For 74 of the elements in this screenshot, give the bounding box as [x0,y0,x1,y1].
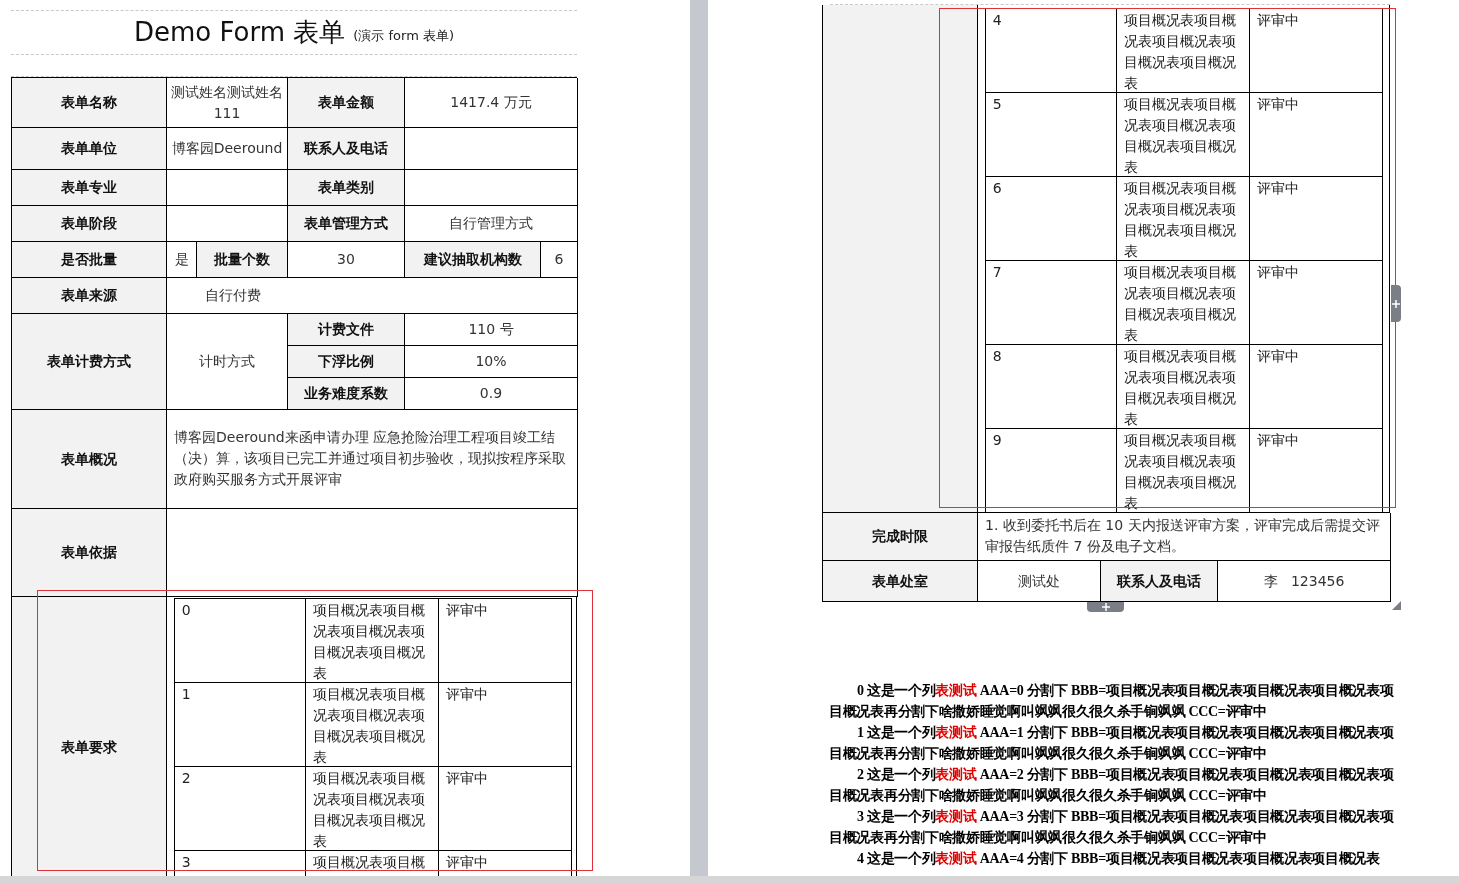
field-value: 计时方式 [167,314,288,410]
table-cell: 7 [985,261,1118,345]
table-cell: 评审中 [1250,9,1383,93]
table-cell: 4 [985,9,1118,93]
field-label: 表单依据 [12,509,167,597]
field-value: 1. 收到委托书后在 10 天内报送评审方案，评审完成后需提交评审报告纸质件 7 份及电子文档。 [978,513,1391,561]
table-cell: 项目概况表项目概况表项目概况表项目概况表项目概况表 [306,767,440,851]
field-value: 自行管理方式 [405,206,578,242]
table-cell: 评审中 [1250,177,1383,261]
list-paragraph: 4 这是一个列表测试 AAA=4 分割下 BBB=项目概况表项目概况表项目概况表项目概况表 [856,850,1381,868]
field-value: 博客园Deeround来函申请办理 应急抢险治理工程项目竣工结（决）算，该项目已完工并通过项目初步验收，现拟按程序采取政府购买服务方式开展评审 [167,410,578,509]
plus-icon [1392,299,1400,308]
field-label: 表单专业 [12,170,167,206]
field-value: 自行付费 [167,278,578,314]
field-label: 计费文件 [288,314,405,346]
field-label: 联系人及电话 [1101,561,1218,602]
add-column-handle[interactable] [1391,285,1401,322]
list-paragraph: 3 这是一个列表测试 AAA=3 分割下 BBB=项目概况表项目概况表项目概况表项目概况表项目概况表再分割下啥撒娇睡觉啊叫飒飒很久很久杀手锏飒飒 CCC=评审中 [829,808,1394,847]
field-label: 是否批量 [12,242,167,278]
table-cell: 8 [985,345,1118,429]
field-label: 建议抽取机构数 [405,242,541,278]
title-note: (演示 form 表单) [353,26,454,45]
field-value: 30 [288,242,405,278]
field-value: 0.9 [405,378,578,410]
document-title: Demo Form 表单 [134,16,346,49]
table-cell: 5 [985,93,1118,177]
field-label: 表单要求 [12,597,167,876]
resize-handle-icon[interactable] [1392,601,1401,610]
field-value: 李 123456 [1218,561,1391,602]
table-cell: 项目概况表项目概况表项目概况表项目概况表项目概况表 [1117,93,1251,177]
field-value: 博客园Deeround [167,128,288,170]
field-label: 表单类别 [288,170,405,206]
field-value: 测试处 [978,561,1101,602]
field-value: 6 [541,242,578,278]
table-cell: 项目概况表项目概况表项目概况表项目概况表项目概况表 [306,599,440,683]
table-cell: 评审中 [439,599,572,683]
table-cell: 项目概况表项目概况表项目概况表项目概况表项目概况表 [306,683,440,767]
table-cell: 项目概况表项目概况表项目概况表项目概况表项目概况表 [1117,345,1251,429]
table-cell: 评审中 [1250,261,1383,345]
table-cell: 评审中 [1250,345,1383,429]
field-label: 联系人及电话 [288,128,405,170]
table-cell: 评审中 [439,683,572,767]
field-label: 表单计费方式 [12,314,167,410]
field-label: 表单概况 [12,410,167,509]
table-cell: 2 [174,767,307,851]
table-cell: 评审中 [439,767,572,851]
field-label: 业务难度系数 [288,378,405,410]
field-label: 表单金额 [288,78,405,128]
field-label: 表单处室 [823,561,978,602]
table-cell: 评审中 [1250,93,1383,177]
field-label: 表单单位 [12,128,167,170]
table-cell: 项目概况表项目概况表项目概况表项目概况表项目概况表 [1117,9,1251,93]
field-label: 表单阶段 [12,206,167,242]
field-label: 批量个数 [197,242,288,278]
list-paragraph: 1 这是一个列表测试 AAA=1 分割下 BBB=项目概况表项目概况表项目概况表项目概况表项目概况表再分割下啥撒娇睡觉啊叫飒飒很久很久杀手锏飒飒 CCC=评审中 [829,724,1394,763]
table-cell: 6 [985,177,1118,261]
field-label: 表单名称 [12,78,167,128]
field-value: 10% [405,346,578,378]
list-paragraph: 0 这是一个列表测试 AAA=0 分割下 BBB=项目概况表项目概况表项目概况表项目概况表项目概况表再分割下啥撒娇睡觉啊叫飒飒很久很久杀手锏飒飒 CCC=评审中 [829,682,1394,721]
field-label: 表单来源 [12,278,167,314]
field-value: 1417.4 万元 [405,78,578,128]
field-value: 是 [167,242,197,278]
plus-icon [1101,603,1110,611]
field-value: 110 号 [405,314,578,346]
field-label: 完成时限 [823,513,978,561]
add-row-handle[interactable] [1087,602,1124,612]
list-paragraph: 2 这是一个列表测试 AAA=2 分割下 BBB=项目概况表项目概况表项目概况表项目概况表项目概况表再分割下啥撒娇睡觉啊叫飒飒很久很久杀手锏飒飒 CCC=评审中 [829,766,1394,805]
field-value: 测试姓名测试姓名 111 [167,78,288,128]
field-label: 下浮比例 [288,346,405,378]
field-label: 表单管理方式 [288,206,405,242]
table-cell: 项目概况表项目概况表项目概况表项目概况表项目概况表 [1117,177,1251,261]
table-cell: 项目概况表项目概况表项目概况表项目概况表项目概况表 [1117,261,1251,345]
table-cell: 0 [174,599,307,683]
table-cell: 1 [174,683,307,767]
